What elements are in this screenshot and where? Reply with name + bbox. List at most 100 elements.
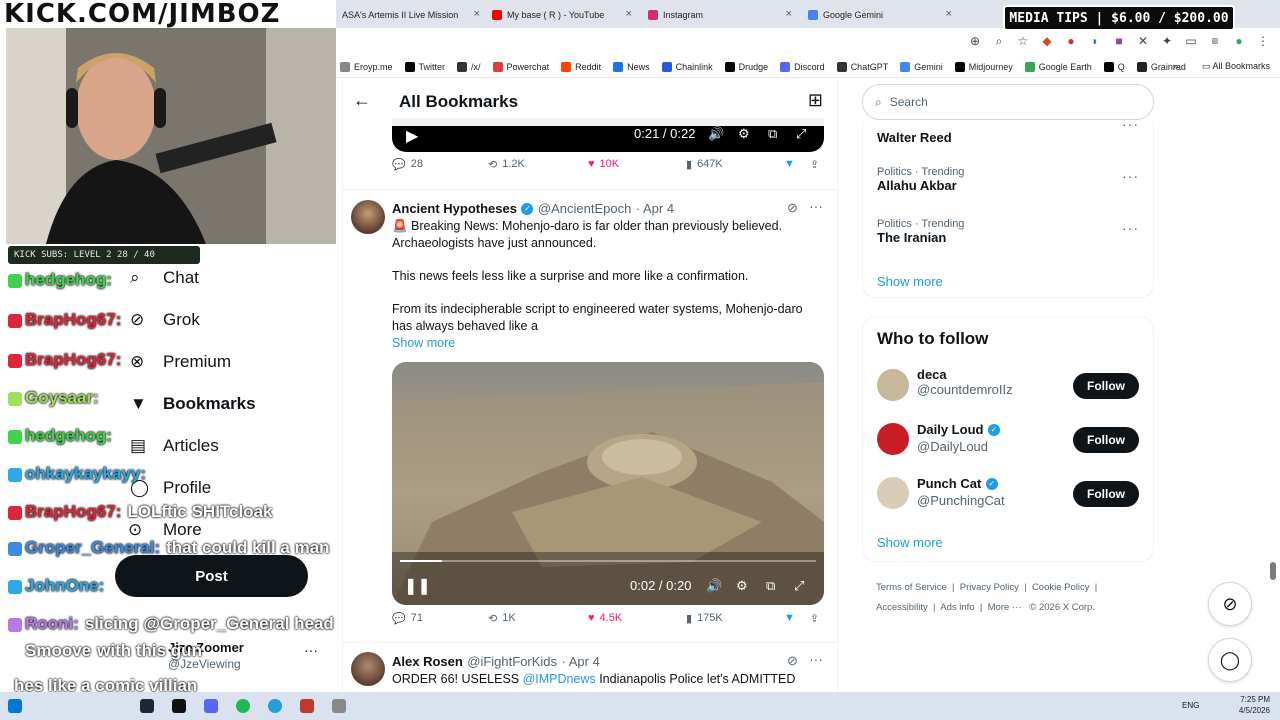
more-options-icon[interactable]: ···	[809, 651, 823, 667]
follow-button[interactable]: Follow	[1073, 373, 1139, 399]
reply-button[interactable]: 💬 71	[392, 612, 423, 625]
tab-gemini[interactable]: Google Gemini ×	[802, 4, 956, 26]
start-icon[interactable]	[8, 699, 22, 713]
tweet-date[interactable]: · Apr 4	[636, 201, 674, 216]
grok-icon[interactable]: ⊘	[130, 310, 144, 330]
repost-button[interactable]: ⟲ 1K	[488, 612, 516, 625]
app-icon[interactable]	[300, 699, 314, 713]
bookmark-button[interactable]: ▼	[784, 158, 795, 170]
bookmark-item[interactable]: Drudge	[724, 61, 768, 72]
like-button[interactable]: ♥ 10K	[588, 158, 619, 170]
close-icon[interactable]: ×	[474, 8, 480, 20]
trend-item[interactable]: Politics · Trending The Iranian	[877, 218, 964, 245]
pip-icon[interactable]: ⧉	[766, 578, 775, 594]
play-icon[interactable]: ▶	[406, 126, 418, 146]
articles-icon[interactable]: ▤	[130, 436, 146, 456]
author-name[interactable]: Alex Rosen	[392, 654, 463, 669]
bookmark-item[interactable]: Gemini	[900, 61, 943, 72]
menu-list-icon[interactable]: ≡	[1208, 34, 1222, 49]
settings-gear-icon[interactable]: ⚙	[736, 578, 748, 594]
follow-button[interactable]: Follow	[1073, 481, 1139, 507]
premium-icon[interactable]: ⊗	[130, 352, 144, 372]
nav-item-more[interactable]: More	[163, 520, 202, 540]
bookmark-add-icon[interactable]: ⊞	[808, 90, 823, 111]
fullscreen-icon[interactable]: ⤢	[796, 126, 806, 142]
bookmark-item[interactable]: Discord	[780, 61, 825, 72]
more-options-icon[interactable]: ···	[1122, 116, 1139, 132]
author-name[interactable]: Ancient Hypotheses	[392, 201, 517, 216]
settings-gear-icon[interactable]: ⚙	[738, 126, 750, 142]
chat-icon[interactable]: ⌕	[130, 268, 140, 288]
extension-icon[interactable]: ◆	[1040, 34, 1054, 49]
show-more-link[interactable]: Show more	[392, 335, 824, 352]
messages-fab-icon[interactable]: ◯	[1208, 638, 1252, 682]
bookmark-item[interactable]: Midjourney	[954, 61, 1013, 72]
author-handle[interactable]: @AncientEpoch	[538, 201, 631, 216]
zoom-icon[interactable]: ⌕	[992, 34, 1006, 49]
bookmark-item[interactable]: Powerchat	[492, 61, 549, 72]
nav-item-articles[interactable]: Articles	[163, 436, 219, 456]
bookmark-item[interactable]: Twitter	[404, 61, 445, 72]
show-more-link[interactable]: Show more	[877, 274, 943, 289]
more-options-icon[interactable]: ···	[809, 198, 823, 214]
share-button[interactable]: ⇪	[810, 612, 819, 625]
follow-button[interactable]: Follow	[1073, 427, 1139, 453]
steam-icon[interactable]	[140, 699, 154, 713]
bookmark-button[interactable]: ▼	[784, 612, 795, 624]
extension-icon[interactable]: ●	[1064, 34, 1078, 49]
nav-item-profile[interactable]: Profile	[163, 478, 211, 498]
bookmark-item[interactable]: Chainlink	[661, 61, 713, 72]
footer-link[interactable]: Privacy Policy	[960, 582, 1019, 593]
grok-icon[interactable]: ⊘	[787, 200, 798, 216]
grok-fab-icon[interactable]: ⊘	[1208, 582, 1252, 626]
grok-icon[interactable]: ⊘	[787, 653, 798, 669]
star-icon[interactable]: ☆	[1016, 34, 1030, 49]
extension-icon[interactable]: ■	[1112, 34, 1126, 49]
trend-item[interactable]: Politics · Trending Allahu Akbar	[877, 166, 964, 193]
footer-link[interactable]: Accessibility	[876, 602, 928, 613]
mention-link[interactable]: @IMPDnews	[523, 672, 596, 686]
bookmark-item[interactable]: Reddit	[561, 61, 601, 72]
search-input[interactable]: ⌕ Search	[862, 84, 1154, 120]
volume-icon[interactable]: 🔊	[708, 126, 724, 142]
chevron-right-icon[interactable]: »	[1173, 61, 1178, 72]
more-options-icon[interactable]: ···	[1122, 220, 1139, 236]
tweet-date[interactable]: · Apr 4	[562, 654, 600, 669]
trend-item[interactable]: Walter Reed	[877, 130, 952, 145]
sidebar-icon[interactable]: ▭	[1184, 34, 1198, 49]
clock[interactable]: 7:25 PM 4/5/2026	[1239, 694, 1270, 716]
video-progress-track[interactable]	[400, 560, 816, 562]
extension-icon[interactable]: ◗	[1088, 34, 1102, 49]
reply-button[interactable]: 💬 28	[392, 158, 423, 171]
nav-item-grok[interactable]: Grok	[163, 310, 200, 330]
close-icon[interactable]: ×	[626, 8, 632, 20]
pip-icon[interactable]: ⧉	[768, 126, 777, 142]
spotify-icon[interactable]	[236, 699, 250, 713]
views-button[interactable]: ▮ 175K	[686, 612, 723, 625]
fullscreen-icon[interactable]: ⤢	[794, 578, 804, 594]
views-button[interactable]: ▮ 647K	[686, 158, 723, 171]
profile-icon[interactable]: ●	[1232, 34, 1246, 49]
tab-youtube[interactable]: My base ( R ) - YouTube ×	[486, 4, 636, 26]
more-vert-icon[interactable]: ⋮	[1256, 34, 1270, 49]
app-icon[interactable]	[172, 699, 186, 713]
tweet-video[interactable]: ❚❚ 0:02 / 0:20 🔊 ⚙ ⧉ ⤢	[392, 362, 824, 605]
volume-icon[interactable]: 🔊	[706, 578, 722, 594]
avatar[interactable]	[351, 200, 385, 234]
show-more-link[interactable]: Show more	[877, 535, 943, 550]
bookmark-item[interactable]: ChatGPT	[836, 61, 888, 72]
bookmark-item[interactable]: Google Earth	[1024, 61, 1092, 72]
telegram-icon[interactable]	[268, 699, 282, 713]
nav-item-bookmarks[interactable]: Bookmarks	[163, 394, 256, 414]
scrollbar[interactable]	[1270, 562, 1276, 580]
footer-link[interactable]: Terms of Service	[876, 582, 947, 593]
bookmark-item[interactable]: Eroyp.me	[340, 61, 393, 72]
more-circle-icon[interactable]: ⊙	[128, 520, 142, 540]
app-icon[interactable]	[332, 699, 346, 713]
nav-item-chat[interactable]: Chat	[163, 268, 199, 288]
discord-icon[interactable]	[204, 699, 218, 713]
avatar[interactable]	[351, 652, 385, 686]
like-button[interactable]: ♥ 4.5K	[588, 612, 622, 624]
close-icon[interactable]: ×	[786, 8, 792, 20]
author-handle[interactable]: @iFightForKids	[467, 654, 557, 669]
